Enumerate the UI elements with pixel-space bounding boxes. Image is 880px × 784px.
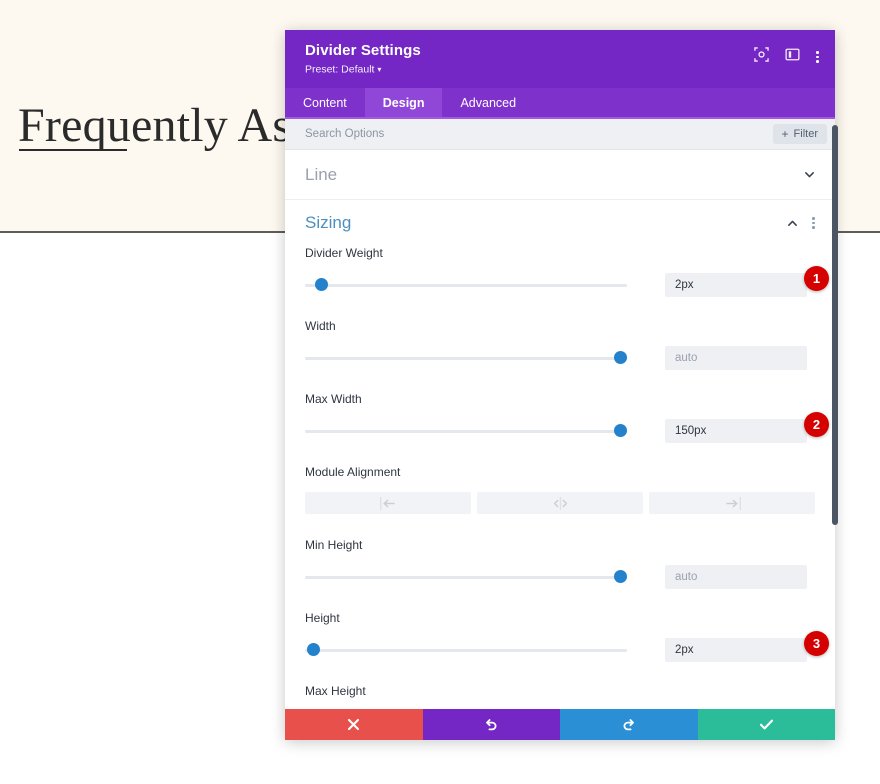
section-title-sizing: Sizing (305, 213, 352, 232)
annotation-badge-3: 3 (804, 631, 829, 656)
slider-track (305, 576, 627, 579)
annotation-badge-1: 1 (804, 266, 829, 291)
slider-width[interactable] (305, 351, 627, 365)
dot (812, 221, 815, 225)
align-center-button[interactable] (477, 492, 643, 514)
field-label: Module Alignment (305, 465, 401, 479)
close-icon (348, 718, 360, 731)
slider-knob[interactable] (614, 570, 627, 583)
slider-track (305, 649, 627, 652)
align-right-icon (725, 496, 741, 510)
cancel-button[interactable] (285, 709, 423, 740)
panel-layout-icon[interactable] (785, 47, 800, 62)
section-title-line: Line (305, 164, 338, 184)
slider-track (305, 430, 627, 433)
modal-title: Divider Settings (305, 42, 421, 59)
tab-design[interactable]: Design (364, 88, 443, 117)
field-control: 1 (305, 266, 829, 297)
field-label: Max Height (305, 684, 366, 698)
field-height: Height 3 (285, 611, 835, 662)
slider-knob[interactable] (307, 643, 320, 656)
focus-icon[interactable] (754, 47, 769, 62)
dot (816, 55, 819, 58)
slider-knob[interactable] (315, 278, 328, 291)
modal-footer (285, 709, 835, 740)
annotation-badge-2: 2 (804, 412, 829, 437)
dot (812, 226, 815, 229)
field-control: 3 (305, 631, 829, 662)
filter-button[interactable]: + Filter (772, 124, 827, 144)
save-button[interactable] (697, 709, 835, 740)
check-icon (759, 719, 773, 730)
field-label: Min Height (305, 538, 363, 552)
slider-divider-weight[interactable] (305, 278, 627, 292)
align-center-icon (553, 496, 567, 510)
slider-track (305, 284, 627, 287)
field-label: Max Width (305, 392, 362, 406)
dot (816, 60, 819, 63)
value-input-height[interactable] (665, 638, 807, 662)
more-options-icon[interactable] (816, 46, 819, 63)
search-row: + Filter (285, 119, 835, 150)
align-left-icon (379, 496, 395, 510)
redo-button[interactable] (560, 709, 698, 740)
undo-icon (486, 718, 497, 730)
field-min-height: Min Height (285, 538, 835, 589)
field-module-alignment: Module Alignment (285, 465, 835, 514)
modal-header: Divider Settings Preset: Default ▾ (285, 30, 835, 88)
dot (812, 217, 815, 220)
modal-scrollbar[interactable] (832, 125, 838, 525)
undo-button[interactable] (422, 709, 560, 740)
value-input-max-width[interactable] (665, 419, 807, 443)
redo-icon (623, 718, 634, 730)
section-toggle-line[interactable]: Line (285, 150, 835, 200)
modal-header-text: Divider Settings Preset: Default ▾ (305, 41, 754, 77)
field-label: Width (305, 319, 336, 333)
slider-min-height[interactable] (305, 570, 627, 584)
value-input-divider-weight[interactable] (665, 273, 807, 297)
field-control (305, 346, 815, 370)
alignment-button-group (305, 492, 815, 514)
modal-header-actions (754, 41, 819, 63)
section-sizing: Sizing Divider Weight 2px 1 Width auto M… (285, 200, 835, 709)
chevron-down-icon: ▾ (377, 65, 382, 74)
align-left-button[interactable] (305, 492, 471, 514)
chevron-up-icon[interactable] (787, 218, 798, 229)
section-header-actions (787, 217, 815, 229)
field-max-height: Max Height (285, 684, 835, 709)
title-underline (19, 149, 127, 151)
field-label: Height (305, 611, 340, 625)
section-header-sizing[interactable]: Sizing (285, 200, 835, 246)
section-more-options-icon[interactable] (812, 217, 815, 229)
field-width: Width (285, 319, 835, 370)
search-input[interactable] (305, 128, 773, 140)
slider-knob[interactable] (614, 424, 627, 437)
value-input-min-height[interactable] (665, 565, 807, 589)
filter-label: Filter (793, 128, 818, 140)
preset-label: Preset: Default (305, 63, 375, 76)
preset-selector[interactable]: Preset: Default ▾ (305, 62, 754, 77)
plus-icon: + (781, 127, 789, 141)
tab-advanced[interactable]: Advanced (442, 88, 534, 117)
dot (816, 51, 819, 54)
divider-settings-modal: Divider Settings Preset: Default ▾ Conte… (285, 30, 835, 740)
value-input-width[interactable] (665, 346, 807, 370)
field-max-width: Max Width 2 (285, 392, 835, 443)
tab-bar: Content Design Advanced (285, 88, 835, 119)
slider-max-width[interactable] (305, 424, 627, 438)
slider-height[interactable] (305, 643, 627, 657)
slider-track (305, 357, 627, 360)
field-control: 2 (305, 412, 829, 443)
settings-body: Line Sizing Divider Weight 2px 1 Width a… (285, 150, 835, 709)
tab-content[interactable]: Content (285, 88, 365, 117)
chevron-down-icon (805, 172, 814, 178)
field-label: Divider Weight (305, 246, 383, 260)
field-control (305, 565, 815, 589)
align-right-button[interactable] (649, 492, 815, 514)
slider-knob[interactable] (614, 351, 627, 364)
field-divider-weight: Divider Weight 1 (285, 246, 835, 297)
